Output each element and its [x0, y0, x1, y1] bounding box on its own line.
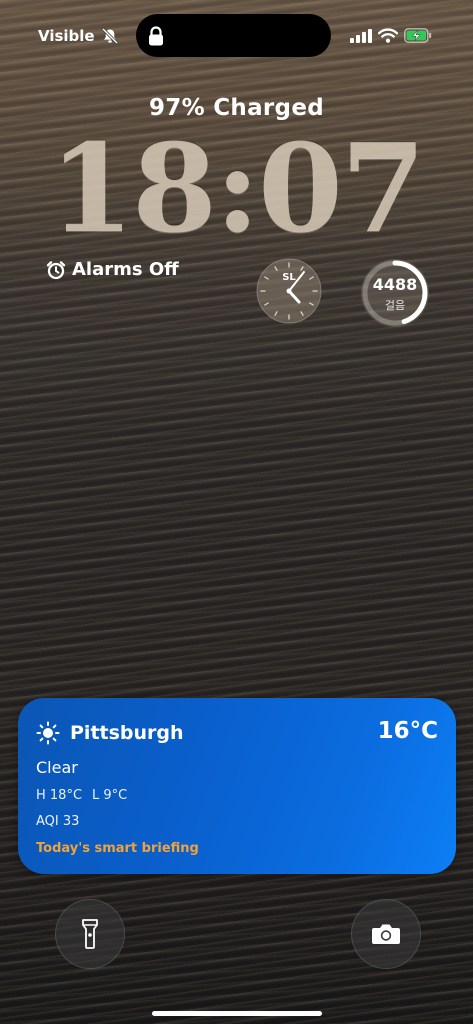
- lockscreen-time: 18:07: [49, 116, 426, 260]
- bell-off-icon: [101, 28, 118, 44]
- signal-icon: [350, 28, 372, 43]
- camera-button[interactable]: [351, 899, 421, 969]
- alarm-widget[interactable]: Alarms Off: [46, 259, 179, 280]
- clock-city-label: SL: [282, 272, 296, 283]
- world-clock-widget[interactable]: SL: [256, 258, 322, 324]
- weather-city: Pittsburgh: [70, 722, 184, 744]
- flashlight-button[interactable]: [55, 899, 125, 969]
- weather-aqi: AQI 33: [36, 814, 80, 829]
- sun-icon: [36, 721, 60, 745]
- wifi-icon: [378, 28, 398, 43]
- steps-unit: 걸음: [384, 299, 406, 312]
- flashlight-icon: [82, 919, 98, 949]
- carrier-label: Visible: [38, 27, 119, 45]
- battery-charging-icon: [404, 28, 432, 43]
- weather-high: H 18°C: [36, 788, 83, 803]
- steps-value: 4488: [372, 275, 418, 294]
- weather-temperature: 16°C: [377, 718, 438, 744]
- status-icons: [350, 28, 432, 43]
- weather-condition: Clear: [36, 758, 78, 777]
- alarm-label: Alarms Off: [72, 259, 179, 280]
- lock-icon: [149, 26, 163, 46]
- alarm-clock-icon: [46, 260, 66, 279]
- weather-low: L 9°C: [92, 788, 128, 803]
- weather-high-low: H 18°C L 9°C: [36, 788, 127, 803]
- camera-icon: [372, 924, 400, 944]
- home-indicator[interactable]: [152, 1011, 322, 1016]
- carrier-name: Visible: [38, 27, 95, 45]
- dynamic-island: [136, 14, 331, 57]
- smart-briefing-link[interactable]: Today's smart briefing: [36, 841, 199, 856]
